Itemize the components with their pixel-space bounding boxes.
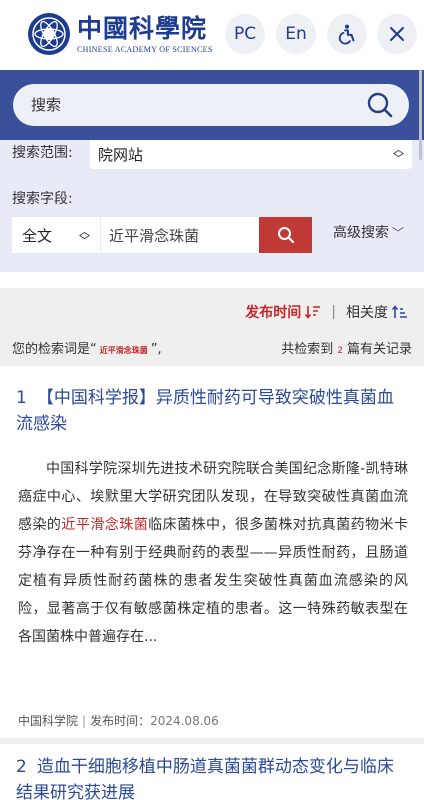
search-bar <box>0 70 424 140</box>
search-term-suffix: ”, <box>150 342 162 357</box>
snippet-keyword-highlight: 近平滑念珠菌 <box>61 517 149 533</box>
updown-chevron-icon: ︿ ﹀ <box>393 143 404 165</box>
result-count: 共检索到 2 篇有关记录 <box>281 338 412 357</box>
site-header: 中國科學院 CHINESE ACADEMY OF SCIENCES PC En <box>0 0 424 70</box>
sort-options: 发布时间 | 相关度 <box>245 302 408 322</box>
search-term-summary: 您的检索词是“ 近平滑念珠菌”, <box>12 338 162 357</box>
pc-version-button[interactable]: PC <box>225 14 265 54</box>
result-item: 1 【中国科学报】异质性耐药可导致突破性真菌血流感染 中国科学院深圳先进技术研究院… <box>0 375 424 731</box>
keyword-search-button[interactable] <box>259 217 312 253</box>
result-count-suffix: 篇有关记录 <box>346 342 412 357</box>
advanced-search-label: 高级搜索 <box>333 225 389 241</box>
accessibility-button[interactable] <box>327 14 367 54</box>
updown-chevron-icon: ︿ ﹀ <box>79 225 90 247</box>
range-label: 搜索范围: <box>12 145 73 161</box>
pc-label: PC <box>233 24 257 44</box>
english-version-button[interactable]: En <box>276 14 316 54</box>
result-title-link[interactable]: 2 造血干细胞移植中肠道真菌菌群动态变化与临床结果研究获进展 <box>16 754 408 800</box>
field-value: 全文 <box>22 226 53 245</box>
search-input[interactable] <box>31 96 351 114</box>
snippet-text-after: 临床菌株中，很多菌株对抗真菌药物米卡芬净存在一种有别于经典耐药的表型——异质性耐… <box>18 517 409 645</box>
result-title: 【中国科学报】异质性耐药可导致突破性真菌血流感染 <box>16 388 394 434</box>
result-item: 2 造血干细胞移植中肠道真菌菌群动态变化与临床结果研究获进展 <box>0 744 424 800</box>
search-box <box>13 84 409 126</box>
result-source: 中国科学院 <box>18 714 79 728</box>
logo-chinese-text: 中國科學院 <box>77 13 208 43</box>
sort-descending-icon <box>305 306 321 319</box>
result-count-prefix: 共检索到 <box>281 342 334 357</box>
scrollbar[interactable] <box>419 70 422 160</box>
cas-logo[interactable]: 中國科學院 CHINESE ACADEMY OF SCIENCES <box>27 12 213 56</box>
logo-english-text: CHINESE ACADEMY OF SCIENCES <box>77 44 213 54</box>
search-filters: 搜索范围: 院网站 ︿﹀ 搜索字段: 全文 ︿﹀ 高级搜索 ﹀ <box>0 140 424 272</box>
meta-separator: | <box>82 714 87 728</box>
close-button[interactable] <box>377 14 417 54</box>
field-select[interactable]: 全文 ︿ ﹀ <box>12 217 100 253</box>
search-term-keyword: 近平滑念珠菌 <box>99 346 148 355</box>
advanced-search-link[interactable]: 高级搜索 ﹀ <box>333 222 404 242</box>
result-title-link[interactable]: 1 【中国科学报】异质性耐药可导致突破性真菌血流感染 <box>16 385 408 437</box>
result-index: 2 <box>16 757 27 777</box>
result-index: 1 <box>16 388 27 408</box>
search-icon <box>277 227 294 244</box>
sort-by-time[interactable]: 发布时间 <box>245 302 321 322</box>
sort-relevance-label: 相关度 <box>346 305 388 321</box>
cas-emblem-icon <box>28 13 70 55</box>
keyword-input[interactable] <box>101 217 259 253</box>
result-snippet: 中国科学院深圳先进技术研究院联合美国纪念斯隆-凯特琳癌症中心、埃默里大学研究团队… <box>18 455 408 651</box>
close-icon <box>390 27 404 41</box>
sort-separator: | <box>331 304 336 320</box>
field-label: 搜索字段: <box>12 191 73 207</box>
range-select[interactable]: 院网站 ︿ ﹀ <box>90 140 412 169</box>
range-value: 院网站 <box>98 146 144 164</box>
result-meta: 中国科学院 | 发布时间：2024.08.06 <box>18 712 219 729</box>
result-title: 造血干细胞移植中肠道真菌菌群动态变化与临床结果研究获进展 <box>16 757 394 800</box>
chevron-down-icon: ﹀ <box>392 225 405 240</box>
search-icon[interactable] <box>367 92 393 118</box>
result-date-label: 发布时间： <box>90 714 151 728</box>
result-date: 2024.08.06 <box>150 714 219 728</box>
en-label: En <box>285 24 307 44</box>
search-term-prefix: 您的检索词是“ <box>12 342 97 357</box>
sort-ascending-icon <box>392 305 407 318</box>
result-count-number: 2 <box>337 346 343 356</box>
sort-time-label: 发布时间 <box>245 305 302 321</box>
accessibility-icon <box>338 24 355 45</box>
sort-by-relevance[interactable]: 相关度 <box>346 302 408 322</box>
results-summary: 发布时间 | 相关度 您的检索词是“ 近平滑念珠菌”, 共检索到 2 篇有关记录 <box>0 288 424 366</box>
